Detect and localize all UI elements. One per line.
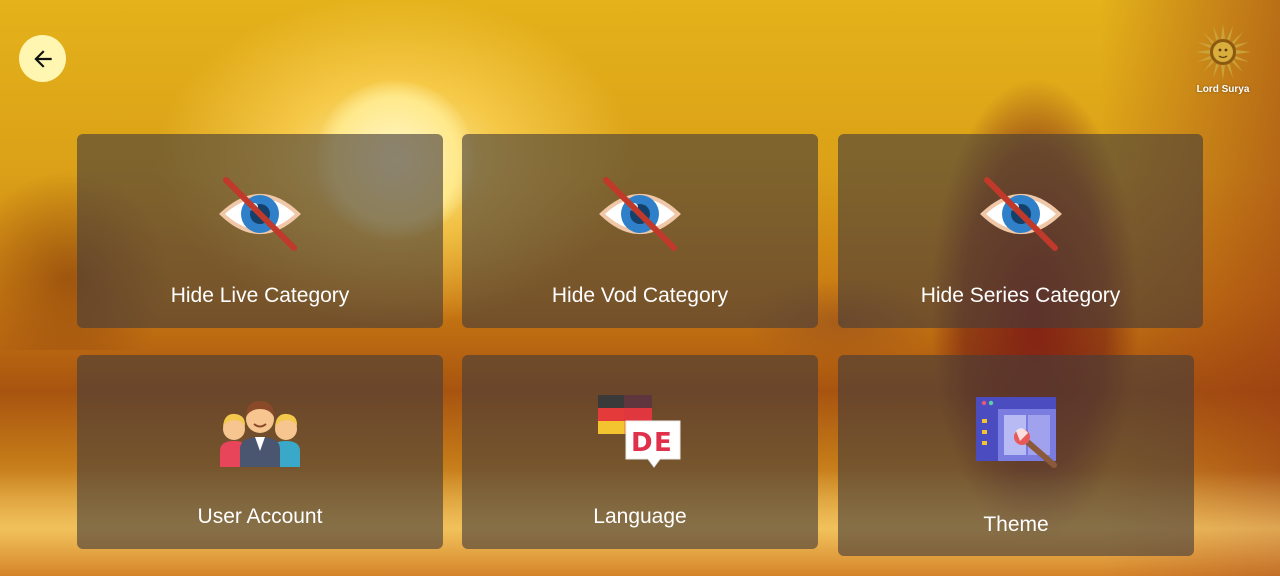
app-logo: Lord Surya <box>1190 22 1256 98</box>
svg-text:D: D <box>631 428 653 458</box>
tile-label: Hide Live Category <box>170 284 350 307</box>
theme-tile[interactable]: Theme <box>838 355 1194 556</box>
arrow-left-icon <box>33 49 52 68</box>
user-account-tile[interactable]: User Account <box>77 355 443 549</box>
language-tile[interactable]: D E Language <box>462 355 818 549</box>
tile-label: Hide Vod Category <box>551 284 729 307</box>
language-de-icon: D E <box>598 395 681 468</box>
tile-label: User Account <box>197 505 323 528</box>
theme-palette-icon <box>976 397 1057 468</box>
svg-text:E: E <box>654 428 672 458</box>
tile-label: Hide Series Category <box>920 284 1121 307</box>
hide-live-category-tile[interactable]: Hide Live Category <box>77 134 443 328</box>
eye-slash-icon <box>219 177 301 251</box>
tile-label: Language <box>593 505 687 528</box>
eye-slash-icon <box>599 177 681 251</box>
tile-label: Theme <box>983 513 1049 536</box>
users-group-icon <box>220 401 300 467</box>
hide-vod-category-tile[interactable]: Hide Vod Category <box>462 134 818 328</box>
hide-series-category-tile[interactable]: Hide Series Category <box>838 134 1203 328</box>
back-button[interactable] <box>19 35 66 82</box>
sun-emblem-icon <box>1195 24 1251 80</box>
logo-text: Lord Surya <box>1196 84 1250 95</box>
eye-slash-icon <box>979 177 1062 251</box>
